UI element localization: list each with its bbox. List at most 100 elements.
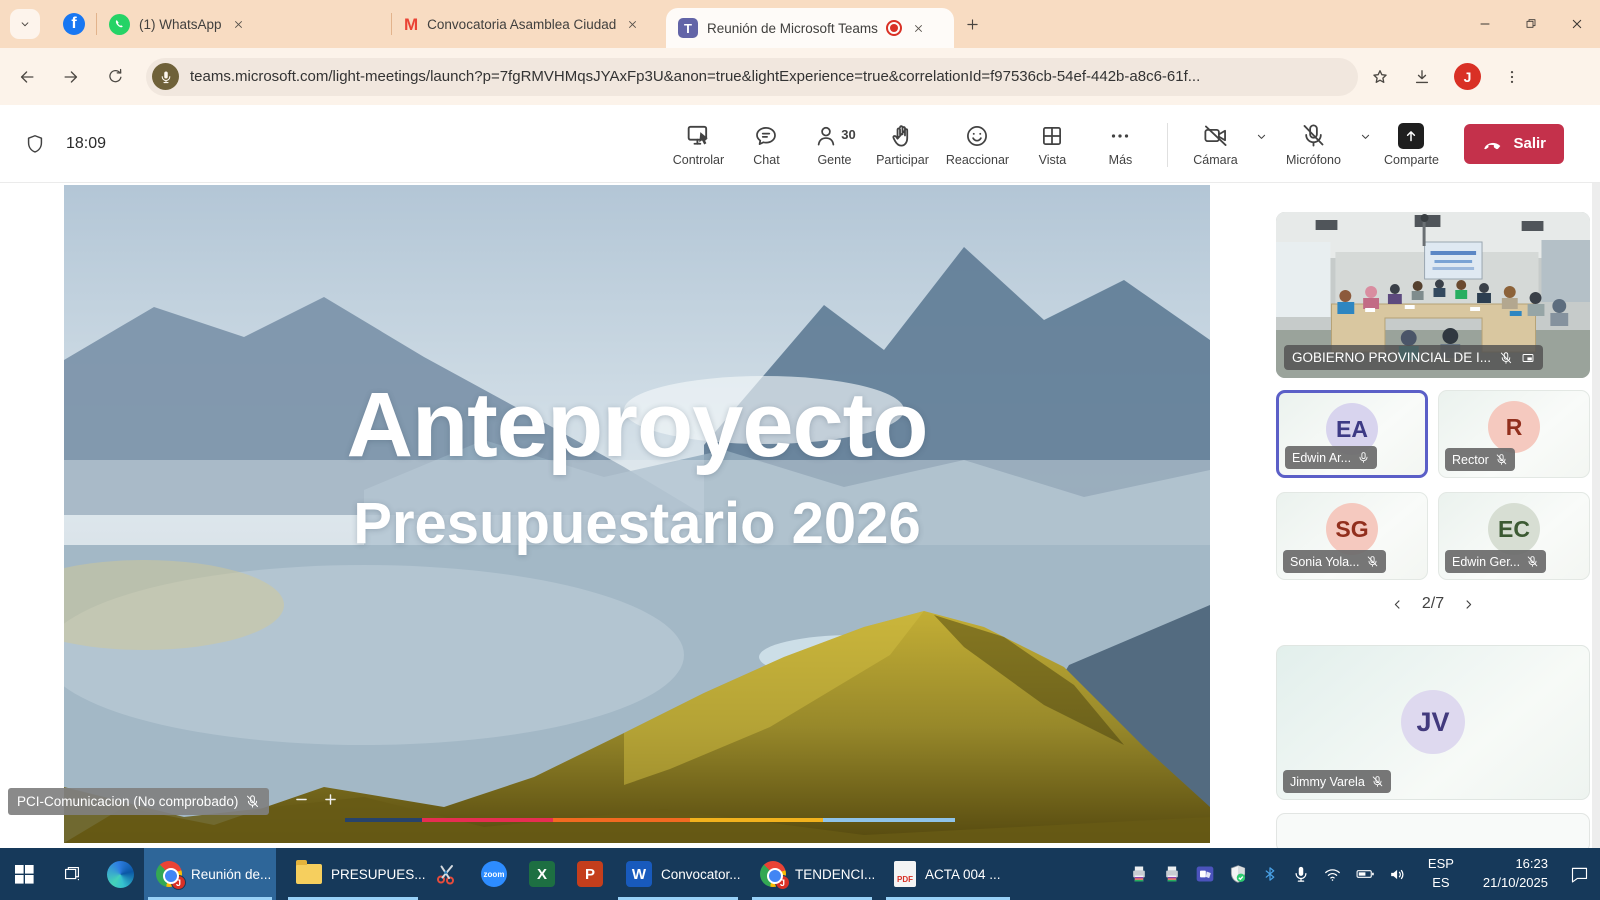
next-page-chevron[interactable] [1460,596,1477,613]
window-controls [1462,0,1600,48]
picture-in-picture-icon [1521,351,1535,365]
leave-button[interactable]: Salir [1464,124,1564,164]
page-indicator: 2/7 [1422,595,1444,613]
url-text[interactable]: teams.microsoft.com/light-meetings/launc… [190,68,1342,85]
taskbar-task-folder[interactable]: PRESUPUES... [284,848,422,900]
excel-button[interactable]: X [518,848,566,900]
prev-page-chevron[interactable] [1389,596,1406,613]
participant-tile[interactable]: EA Edwin Ar... [1276,390,1428,478]
zoom-app-button[interactable]: zoom [470,848,518,900]
meeting-stage: Anteproyecto Presupuestario 2026 Antepro… [0,183,1600,848]
chat-button[interactable]: Chat [735,121,797,167]
notifications-icon[interactable] [1569,864,1590,885]
microphone-tray-icon[interactable] [1292,865,1310,883]
folder-icon [296,864,322,884]
reload-button[interactable] [98,60,132,94]
tab-close-icon[interactable] [912,22,925,35]
avatar: JV [1401,690,1465,754]
tab-close-icon[interactable] [232,18,245,31]
tab-gmail[interactable]: M Convocatoria Asamblea Ciudad [394,7,666,41]
tab-close-icon[interactable] [626,18,639,31]
back-button[interactable] [10,60,44,94]
word-icon: W [626,861,652,887]
snipping-app-button[interactable] [422,848,470,900]
mic-off-icon [1366,555,1379,568]
react-button[interactable]: Reaccionar [939,121,1015,167]
clock[interactable]: 16:23 21/10/2025 [1475,855,1556,893]
restore-button[interactable] [1508,0,1554,48]
minimize-button[interactable] [1462,0,1508,48]
mic-off-icon [1300,121,1327,149]
spotlight-tile[interactable]: JV Jimmy Varela [1276,645,1590,800]
start-button[interactable] [0,848,48,900]
printer-icon[interactable] [1162,864,1182,884]
tab-whatsapp[interactable]: (1) WhatsApp [99,7,389,41]
taskbar-task-teams-meeting[interactable]: J Reunión de... [144,848,276,900]
gmail-icon: M [404,16,418,33]
mic-off-icon [245,794,260,809]
participant-tile[interactable]: R Rector [1438,390,1590,478]
defender-shield-icon[interactable] [1228,864,1248,884]
mic-permission-icon[interactable] [152,63,179,90]
mic-button[interactable]: Micrófono [1276,121,1350,167]
downloads-icon[interactable] [1412,67,1432,87]
participant-tile[interactable]: SG Sonia Yola... [1276,492,1428,580]
taskbar-task-pdf[interactable]: PDF ACTA 004 ... [882,848,1014,900]
shared-screen-slide: Anteproyecto Presupuestario 2026 Antepro… [64,185,1210,843]
avatar: R [1488,401,1540,453]
reader-app-icon[interactable] [1195,864,1215,884]
tab-separator [391,13,392,35]
scissors-icon [434,862,458,886]
forward-button[interactable] [54,60,88,94]
edge-button[interactable] [96,848,144,900]
more-button[interactable]: Más [1089,121,1151,167]
control-button[interactable]: Controlar [667,121,729,167]
taskbar-task-chrome[interactable]: J TENDENCI... [748,848,876,900]
new-tab-button[interactable] [964,16,981,33]
facebook-icon: f [63,13,85,35]
share-button[interactable]: Comparte [1380,121,1442,167]
profile-avatar[interactable]: J [1454,63,1481,90]
battery-icon[interactable] [1355,864,1375,884]
tab-search-button[interactable] [10,9,40,39]
printer-icon[interactable] [1129,864,1149,884]
taskbar-task-word[interactable]: W Convocator... [614,848,742,900]
volume-icon[interactable] [1388,865,1407,884]
raise-hand-button[interactable]: Participar [871,121,933,167]
zoom-out-button[interactable] [293,791,310,808]
tray-date: 21/10/2025 [1483,874,1548,893]
participant-tile[interactable]: EC Edwin Ger... [1438,492,1590,580]
featured-video-tile[interactable]: GOBIERNO PROVINCIAL DE I... [1276,212,1590,378]
scrollbar-gutter[interactable] [1592,183,1600,848]
bookmark-icon[interactable] [1370,67,1390,87]
task-view-button[interactable] [48,848,96,900]
mic-options-chevron[interactable] [1356,129,1374,144]
toolbar-actions: J [1370,63,1521,90]
browser-tab-strip: f (1) WhatsApp M Convocatoria Asamblea C… [0,0,1600,48]
zoom-in-button[interactable] [322,791,339,808]
close-window-button[interactable] [1554,0,1600,48]
pdf-icon: PDF [894,861,916,887]
bluetooth-icon[interactable] [1261,865,1279,883]
address-bar[interactable]: teams.microsoft.com/light-meetings/launc… [146,58,1358,96]
windows-logo-icon [15,865,34,884]
powerpoint-button[interactable]: P [566,848,614,900]
featured-name-pill: GOBIERNO PROVINCIAL DE I... [1284,345,1543,370]
view-button[interactable]: Vista [1021,121,1083,167]
people-button[interactable]: 30 Gente [803,121,865,167]
camera-button[interactable]: Cámara [1184,121,1246,167]
camera-options-chevron[interactable] [1252,129,1270,144]
zoom-icon: zoom [481,861,507,887]
tab-teams-active[interactable]: T Reunión de Microsoft Teams [666,8,954,48]
wifi-icon[interactable] [1323,865,1342,884]
teams-icon: T [678,18,698,38]
profile-badge: J [171,875,186,890]
menu-kebab-icon[interactable] [1503,68,1521,86]
language-indicator[interactable]: ESP ES [1420,855,1462,893]
participant-name-pill: Edwin Ger... [1445,550,1546,573]
chat-icon [753,121,779,149]
tray-time: 16:23 [1515,855,1548,874]
avatar: SG [1326,503,1378,555]
avatar: EC [1488,503,1540,555]
pinned-tab-facebook[interactable]: f [54,13,94,35]
